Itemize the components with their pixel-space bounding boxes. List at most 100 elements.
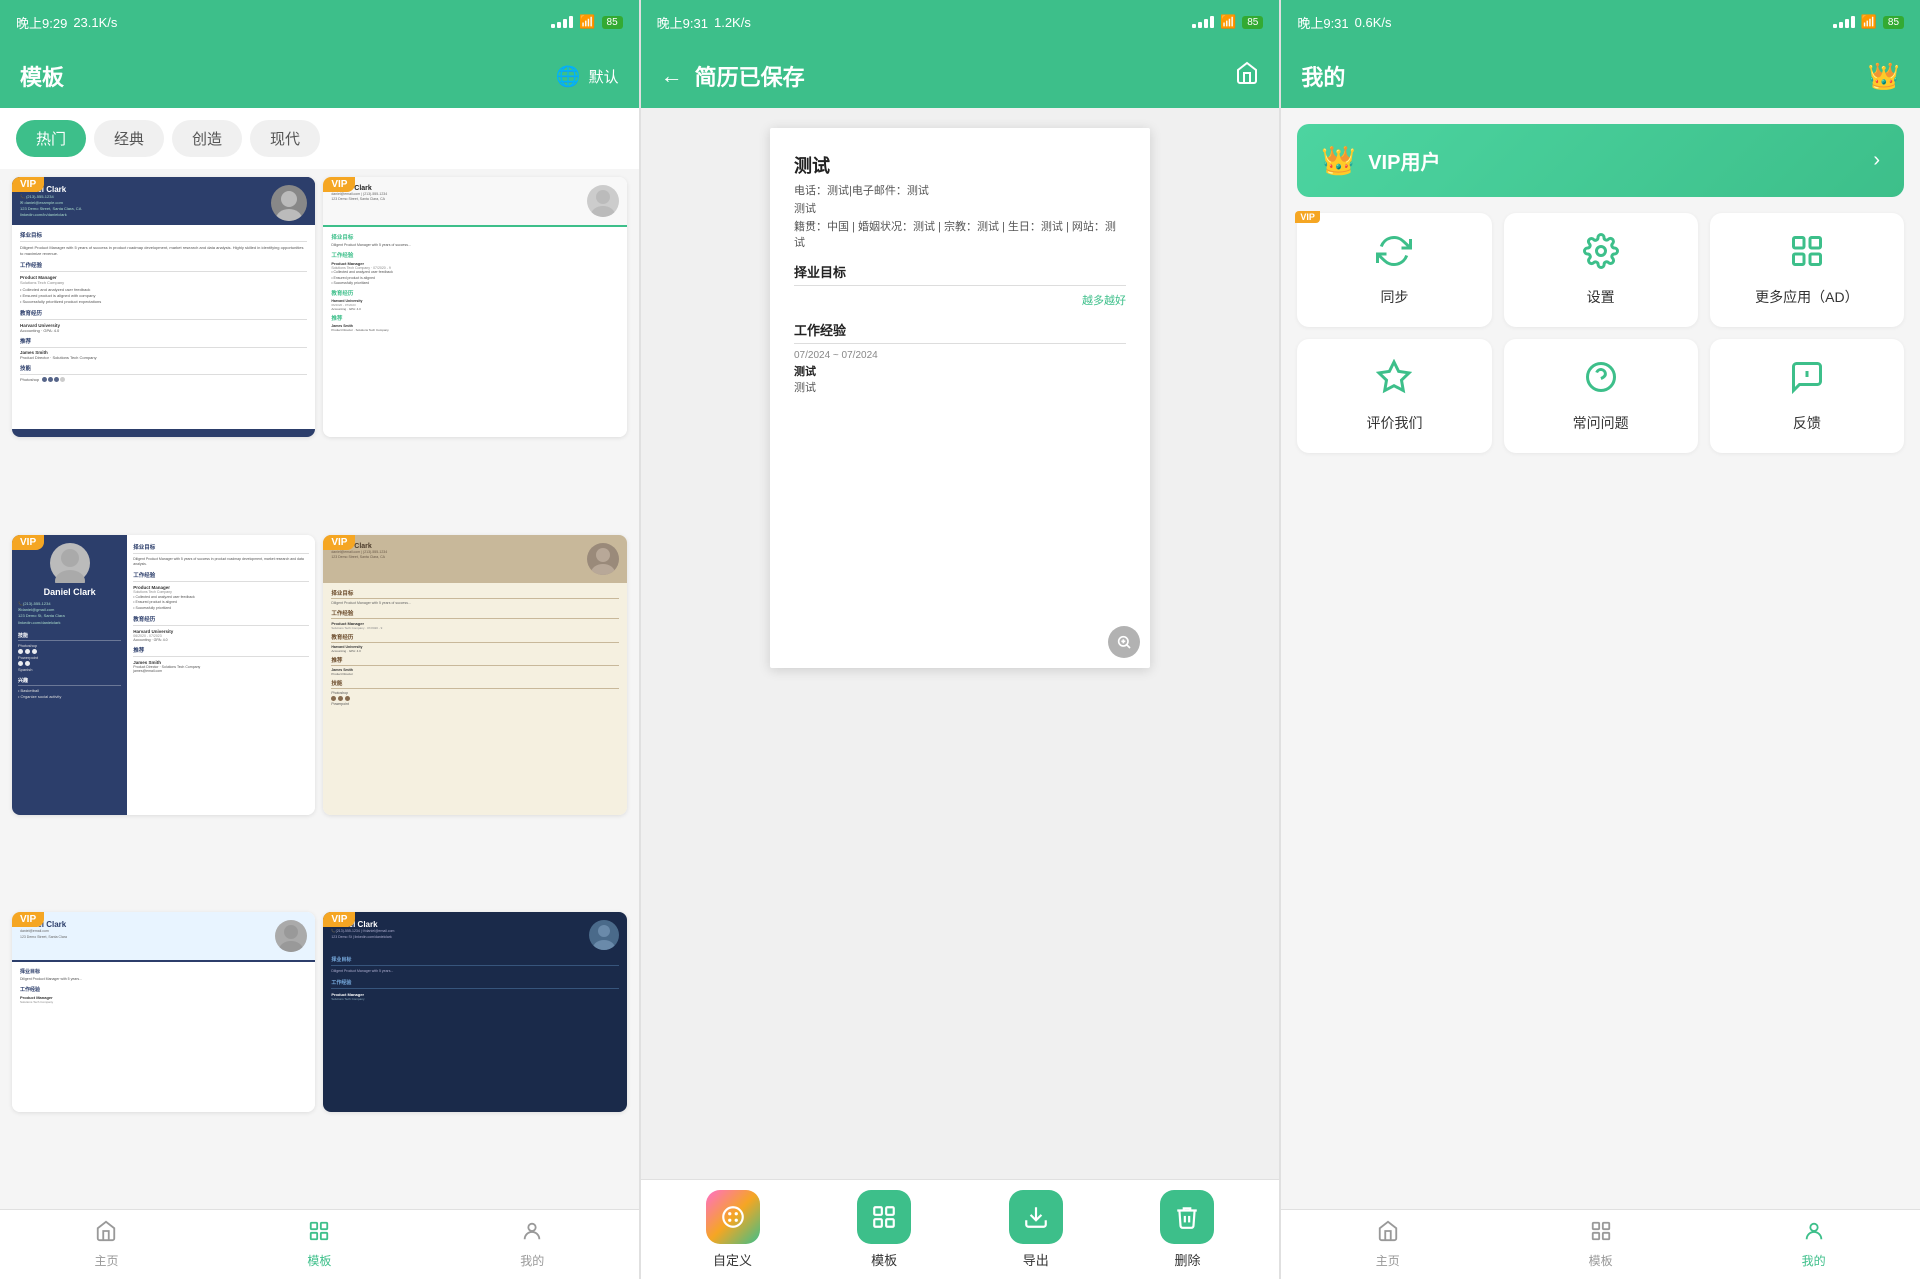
resume-exp-detail: 测试 — [794, 363, 1126, 379]
palette-icon — [706, 1190, 760, 1244]
settings-label: 设置 — [1587, 287, 1615, 307]
resume-section-exp: 工作经验 — [794, 320, 1126, 344]
tab-template-3[interactable]: 模板 — [1494, 1220, 1707, 1269]
header-right-1[interactable]: 🌐 默认 — [556, 64, 619, 89]
crown-icon-header: 👑 — [1868, 61, 1900, 92]
tab-my-3[interactable]: 我的 — [1707, 1220, 1920, 1269]
tab-label-my-1: 我的 — [520, 1252, 544, 1269]
home-icon-1 — [95, 1220, 117, 1248]
menu-item-settings[interactable]: 设置 — [1504, 213, 1698, 327]
tab-label-home-1: 主页 — [94, 1252, 118, 1269]
battery-2: 85 — [1242, 16, 1263, 29]
resume-career-row: 越多越好 — [794, 292, 1126, 308]
tab-home-3[interactable]: 主页 — [1281, 1220, 1494, 1269]
header-title-2: 简历已保存 — [695, 60, 805, 92]
vip-badge-2: VIP — [323, 177, 355, 192]
template-button[interactable]: 模板 — [857, 1190, 911, 1269]
delete-button[interactable]: 删除 — [1160, 1190, 1214, 1269]
vip-badge-6: VIP — [323, 912, 355, 927]
template-card-1[interactable]: VIP Daniel Clark 📞 (213)-555-1234✉ danie… — [12, 177, 315, 437]
resume-contact-3: 籍贯：中国 | 婚姻状况：测试 | 宗教：测试 | 生日：测试 | 网站：测试 — [794, 218, 1126, 250]
resume-saved-panel: 晚上9:31 1.2K/s 📶 85 ← 简历已保存 测试 电话：测试 — [641, 0, 1280, 1279]
battery-3: 85 — [1883, 16, 1904, 29]
header-title-1: 模板 — [20, 60, 64, 92]
status-time-3: 晚上9:31 — [1297, 13, 1348, 32]
dc-name-3: Daniel Clark — [18, 587, 121, 597]
download-icon — [1009, 1190, 1063, 1244]
resume-preview-area: 测试 电话：测试|电子邮件：测试 测试 籍贯：中国 | 婚姻状况：测试 | 宗教… — [641, 108, 1280, 1179]
vip-badge-4: VIP — [323, 535, 355, 550]
customize-button[interactable]: 自定义 — [706, 1190, 760, 1269]
status-time-1: 晚上9:29 — [16, 13, 67, 32]
template-icon-1 — [308, 1220, 330, 1248]
tab-label-template-3: 模板 — [1589, 1252, 1613, 1269]
template-card-6[interactable]: VIP Daniel Clark 📞(213)-555-1234 | ✉dani… — [323, 912, 626, 1112]
person-icon-3 — [1803, 1220, 1825, 1248]
filter-tab-creative[interactable]: 创造 — [172, 120, 242, 157]
menu-item-faq[interactable]: 常问问题 — [1504, 339, 1698, 453]
status-left-3: 晚上9:31 0.6K/s — [1297, 13, 1391, 32]
status-speed-1: 23.1K/s — [73, 15, 117, 30]
status-speed-3: 0.6K/s — [1355, 15, 1392, 30]
home-button-2[interactable] — [1235, 61, 1259, 91]
menu-item-apps[interactable]: 更多应用（AD） — [1710, 213, 1904, 327]
templates-content: 热门 经典 创造 现代 VIP Daniel Clark 📞 (213)-555… — [0, 108, 639, 1279]
apps-label: 更多应用（AD） — [1755, 287, 1858, 307]
vip-card[interactable]: 👑 VIP用户 › — [1297, 124, 1904, 197]
tab-label-my-3: 我的 — [1802, 1252, 1826, 1269]
filter-tab-classic[interactable]: 经典 — [94, 120, 164, 157]
vip-card-left: 👑 VIP用户 — [1321, 144, 1440, 177]
trash-icon — [1160, 1190, 1214, 1244]
menu-item-feedback[interactable]: 反馈 — [1710, 339, 1904, 453]
tab-template-1[interactable]: 模板 — [213, 1220, 426, 1269]
rate-label: 评价我们 — [1366, 413, 1422, 433]
sync-icon — [1376, 233, 1412, 277]
template-card-5[interactable]: VIP Daniel Clark daniel@email.com123 Dem… — [12, 912, 315, 1112]
status-bar-1: 晚上9:29 23.1K/s 📶 85 — [0, 0, 639, 44]
resume-career-value: 越多越好 — [1082, 292, 1126, 308]
globe-icon-1: 🌐 — [556, 64, 581, 89]
vip-arrow-icon: › — [1873, 149, 1880, 172]
resume-exp-entry: 07/2024 ~ 07/2024 测试 测试 — [794, 350, 1126, 395]
tab-my-1[interactable]: 我的 — [426, 1220, 639, 1269]
tab-home-1[interactable]: 主页 — [0, 1220, 213, 1269]
filter-tab-modern[interactable]: 现代 — [250, 120, 320, 157]
faq-label: 常问问题 — [1573, 413, 1629, 433]
template-card-3[interactable]: VIP Daniel Clark 📞(213)-555-1234✉daniel@… — [12, 535, 315, 815]
menu-grid-row1: VIP 同步 设置 更多应用（AD） — [1297, 213, 1904, 327]
status-right-3: 📶 85 — [1833, 14, 1904, 30]
vip-badge-1: VIP — [12, 177, 44, 192]
delete-label: 删除 — [1174, 1250, 1200, 1269]
menu-item-sync[interactable]: VIP 同步 — [1297, 213, 1491, 327]
resume-exp-period: 07/2024 ~ 07/2024 — [794, 350, 1126, 361]
header-title-3: 我的 — [1301, 60, 1345, 92]
status-left-1: 晚上9:29 23.1K/s — [16, 13, 117, 32]
vip-badge-5: VIP — [12, 912, 44, 927]
vip-crown-icon: 👑 — [1321, 144, 1356, 177]
star-icon — [1376, 359, 1412, 403]
my-panel: 晚上9:31 0.6K/s 📶 85 我的 👑 👑 VIP用户 › — [1281, 0, 1920, 1279]
action-bar: 自定义 模板 导出 删除 — [641, 1179, 1280, 1279]
signal-icon-3 — [1833, 16, 1855, 28]
template-card-2[interactable]: VIP Daniel Clark daniel@email.com | (213… — [323, 177, 626, 437]
vip-text: VIP用户 — [1368, 146, 1440, 175]
wifi-icon-1: 📶 — [579, 14, 595, 30]
header-default-label: 默认 — [589, 66, 619, 87]
filter-tab-hot[interactable]: 热门 — [16, 120, 86, 157]
header-bar-2: ← 简历已保存 — [641, 44, 1280, 108]
zoom-button[interactable] — [1108, 626, 1140, 658]
resume-exp-company: 测试 — [794, 379, 1126, 395]
export-label: 导出 — [1023, 1250, 1049, 1269]
sync-label: 同步 — [1380, 287, 1408, 307]
menu-item-rate[interactable]: 评价我们 — [1297, 339, 1491, 453]
template-card-4[interactable]: VIP Daniel Clark daniel@email.com | (213… — [323, 535, 626, 815]
status-right-2: 📶 85 — [1192, 14, 1263, 30]
settings-icon — [1583, 233, 1619, 277]
wifi-icon-3: 📶 — [1861, 14, 1877, 30]
export-button[interactable]: 导出 — [1009, 1190, 1063, 1269]
templates-panel: 晚上9:29 23.1K/s 📶 85 模板 🌐 默认 热门 经典 创造 现代 — [0, 0, 639, 1279]
status-bar-2: 晚上9:31 1.2K/s 📶 85 — [641, 0, 1280, 44]
battery-1: 85 — [602, 16, 623, 29]
vip-badge-3: VIP — [12, 535, 44, 550]
back-button-2[interactable]: ← — [661, 63, 683, 89]
